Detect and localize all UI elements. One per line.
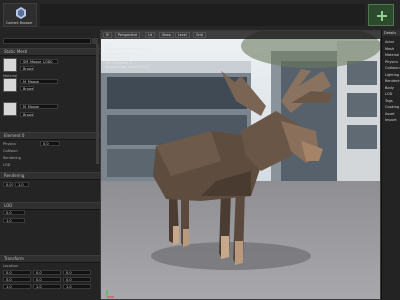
section-transform[interactable]: Transform [0,255,100,263]
lit-button[interactable]: Lit [145,32,156,38]
main-toolbar: Content Browser [0,0,400,31]
rotation-y[interactable]: 0.0 [33,277,61,282]
lighting-field[interactable]: 0.0 [3,182,13,187]
scale-z[interactable]: 1.0 [63,284,91,289]
location-x[interactable]: 0.0 [3,270,31,275]
left-scrollbar[interactable] [96,44,99,164]
right-panel-title: Details [384,31,397,35]
material-section-label: Material [3,74,18,78]
physics-label: Physics [3,142,16,146]
right-panel-item[interactable]: Material [385,53,399,57]
scale-x[interactable]: 1.0 [3,284,31,289]
lod-label: LOD [3,163,11,167]
right-panel-item[interactable]: Tags [385,99,393,103]
second-material-field[interactable]: M_Moose [20,104,58,109]
viewport-scene [101,31,380,299]
browse-mesh-button[interactable]: Browse [20,66,34,71]
section-lod[interactable]: LOD [0,202,100,210]
material-thumbnail[interactable] [3,78,17,92]
material-field[interactable]: M_Moose [20,79,58,84]
section-lighting[interactable]: Rendering [0,172,100,180]
show-button[interactable]: Show [159,32,174,38]
right-panel-item[interactable]: Physics [385,60,398,64]
axis-gizmo-icon [106,290,114,298]
right-panel-item[interactable]: LOD [385,92,392,96]
right-panel-item[interactable]: Rendering [385,79,400,83]
right-panel-item[interactable]: Lighting [385,73,399,77]
scale-y[interactable]: 1.0 [33,284,61,289]
right-panel-item[interactable]: Collision [385,66,400,70]
right-panel-header: Details [382,30,400,36]
lod-field-1[interactable]: 0.0 [3,210,25,215]
lod-field-2[interactable]: 1.0 [3,218,25,223]
lighting-value-field[interactable]: 1.0 [15,182,29,187]
rotation-x[interactable]: 0.0 [3,277,31,282]
rotation-z[interactable]: 0.0 [63,277,91,282]
content-browser-label: Content Browser [6,21,33,25]
mesh-field[interactable]: SM_Moose_LOD0 [20,59,58,64]
section-static-mesh[interactable]: Static Mesh [0,48,100,56]
location-label: Location [3,264,18,268]
right-panel-item[interactable]: Asset [385,112,395,116]
content-browser-icon [16,7,26,19]
viewport[interactable]: ☰ Perspective Lit Show Level Grid LOD: 0… [100,30,381,300]
grid-button[interactable]: Grid [193,32,206,38]
viewport-menu-button[interactable]: ☰ [103,32,112,38]
section-static-mesh-label: Static Mesh [4,49,28,54]
content-browser-button[interactable]: Content Browser [3,3,37,27]
mesh-stats: LOD: 0 Current Screen Size: 1.00 Triangl… [105,43,150,69]
browse-material-button[interactable]: Browse [20,86,34,91]
toolbar-strip [40,4,365,26]
viewport-toolbar: ☰ Perspective Lit Show Level Grid [101,31,380,39]
physics-field[interactable]: 0.0 [40,141,60,146]
browse-second-button[interactable]: Browse [20,112,34,117]
details-panel: Static Mesh SM_Moose_LOD0 Browse Materia… [0,30,101,300]
collision-label: Collision [3,149,18,153]
mesh-thumbnail[interactable] [3,58,17,72]
right-panel-item[interactable]: Mesh [385,47,394,51]
rendering-label: Rendering [3,156,21,160]
stat-line: Approx Size: 184x75x213 [105,65,150,70]
play-button[interactable] [368,4,394,26]
level-button[interactable]: Level [175,32,190,38]
right-panel: Details Actor Mesh Material Physics Collisio… [381,30,400,300]
right-panel-item[interactable]: Cooking [385,105,399,109]
play-icon [377,11,387,21]
right-panel-item[interactable]: Actor [385,40,394,44]
section-element-0[interactable]: Element 0 [0,132,100,140]
perspective-button[interactable]: Perspective [115,32,141,38]
location-z[interactable]: 0.0 [63,270,91,275]
second-material-thumbnail[interactable] [3,102,17,116]
right-panel-item[interactable]: Import [385,118,397,122]
search-input[interactable] [3,38,91,44]
location-y[interactable]: 0.0 [33,270,61,275]
right-panel-item[interactable]: Body [385,86,394,90]
